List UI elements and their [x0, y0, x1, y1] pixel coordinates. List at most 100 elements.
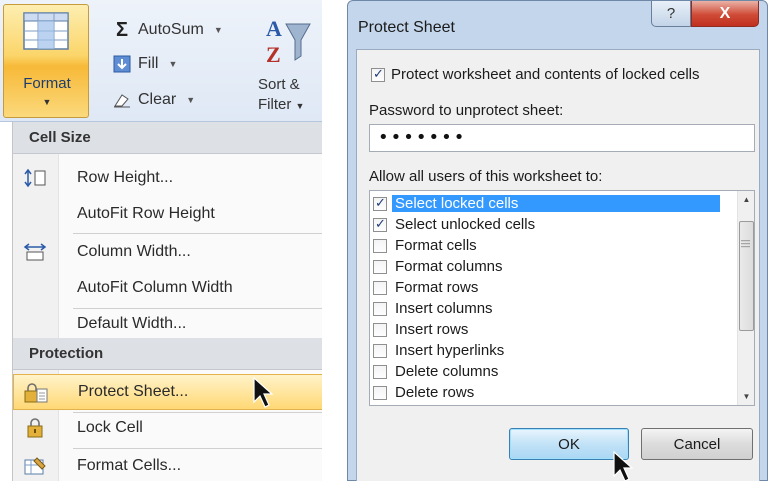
autofit-column-width-label: AutoFit Column Width: [77, 279, 233, 296]
permission-checkbox[interactable]: [373, 301, 387, 316]
ribbon-editing-group: Format ▼ Σ AutoSum ▼ Fill ▼ Clear ▼ A Z: [0, 0, 322, 122]
svg-text:Z: Z: [266, 42, 281, 67]
permission-checkbox[interactable]: [373, 216, 387, 232]
mouse-pointer-icon: [613, 450, 634, 481]
permission-checkbox[interactable]: [373, 343, 387, 358]
menu-item-autofit-row-height[interactable]: AutoFit Row Height: [13, 196, 322, 232]
clear-button[interactable]: Clear ▼: [112, 88, 195, 112]
lock-icon: [27, 418, 43, 438]
protect-sheet-label: Protect Sheet...: [78, 383, 189, 400]
password-input[interactable]: •••••••: [369, 124, 755, 152]
row-height-icon: [24, 168, 46, 188]
password-label: Password to unprotect sheet:: [369, 102, 564, 119]
format-dropdown-menu: Cell Size Row Height... AutoFit Row Heig…: [12, 122, 322, 481]
protect-contents-label: Protect worksheet and contents of locked…: [391, 66, 700, 83]
sigma-icon: Σ: [115, 18, 128, 41]
permission-label: Format columns: [395, 258, 503, 275]
row-height-label: Row Height...: [77, 169, 174, 186]
protection-header: Protection: [13, 338, 322, 370]
menu-item-row-height[interactable]: Row Height...: [13, 160, 322, 196]
chevron-down-icon: ▼: [42, 97, 52, 107]
dialog-body: Protect worksheet and contents of locked…: [356, 49, 760, 481]
format-button[interactable]: Format ▼: [3, 4, 89, 118]
permission-item[interactable]: Select unlocked cells: [373, 214, 729, 235]
permission-checkbox[interactable]: [373, 238, 387, 253]
permission-item[interactable]: Insert rows: [373, 319, 729, 340]
permission-label: Insert columns: [395, 300, 493, 317]
permission-item[interactable]: Insert columns: [373, 298, 729, 319]
scroll-down-icon[interactable]: ▼: [738, 388, 754, 405]
format-label: Format: [23, 75, 71, 92]
permission-label: Select locked cells: [392, 195, 720, 212]
help-icon: ?: [666, 5, 676, 22]
cancel-button[interactable]: Cancel: [641, 428, 753, 460]
menu-item-autofit-column-width[interactable]: AutoFit Column Width: [13, 270, 322, 306]
chevron-down-icon: ▼: [168, 59, 178, 69]
menu-item-column-width[interactable]: Column Width...: [13, 234, 322, 270]
permission-item[interactable]: Format rows: [373, 277, 729, 298]
grip-icon: ― ― ―: [741, 235, 750, 251]
lock-cell-label: Lock Cell: [77, 419, 143, 436]
permission-label: Insert hyperlinks: [395, 342, 505, 359]
autosum-label: AutoSum: [138, 21, 204, 38]
close-button[interactable]: X: [691, 1, 759, 27]
fill-label: Fill: [138, 55, 159, 72]
permission-label: Format rows: [395, 279, 479, 296]
permission-label: Format cells: [395, 237, 477, 254]
menu-item-default-width[interactable]: Default Width...: [13, 306, 322, 342]
default-width-label: Default Width...: [77, 315, 187, 332]
permission-label: Insert rows: [395, 321, 469, 338]
mouse-pointer-icon: [253, 376, 274, 408]
permission-label: Delete rows: [395, 384, 475, 401]
autofit-row-height-label: AutoFit Row Height: [77, 205, 215, 222]
protect-contents-checkbox-row[interactable]: Protect worksheet and contents of locked…: [371, 66, 700, 83]
permission-checkbox[interactable]: [373, 364, 387, 379]
permission-checkbox[interactable]: [373, 195, 387, 211]
permission-item[interactable]: Delete rows: [373, 382, 729, 403]
sort-filter-label-line2: Filter: [258, 96, 292, 113]
listbox-scrollbar[interactable]: ▲ ― ― ― ▼: [737, 191, 754, 405]
permission-item[interactable]: Format cells: [373, 235, 729, 256]
scroll-up-icon[interactable]: ▲: [738, 191, 754, 208]
protect-contents-checkbox[interactable]: [371, 66, 385, 82]
ok-button[interactable]: OK: [509, 428, 629, 460]
permission-checkbox[interactable]: [373, 322, 387, 337]
protect-sheet-icon: [24, 383, 48, 403]
sort-filter-label: Sort &: [258, 76, 300, 93]
column-width-icon: [23, 243, 47, 261]
eraser-icon: [112, 91, 132, 109]
permissions-listbox[interactable]: Select locked cells Select unlocked cells…: [369, 190, 755, 406]
format-cells-icon: [24, 457, 46, 475]
close-icon: X: [719, 4, 731, 22]
format-cells-icon: [23, 12, 69, 50]
format-cells-label: Format Cells...: [77, 457, 182, 474]
allow-users-label: Allow all users of this worksheet to:: [369, 168, 603, 185]
excel-ribbon-panel: Format ▼ Σ AutoSum ▼ Fill ▼ Clear ▼ A Z: [0, 0, 322, 481]
permission-item[interactable]: Select locked cells: [373, 193, 729, 214]
permission-label: Select unlocked cells: [395, 216, 536, 233]
help-button[interactable]: ?: [651, 1, 691, 27]
permission-checkbox[interactable]: [373, 385, 387, 400]
protect-sheet-dialog: Protect Sheet ? X Protect worksheet and …: [347, 0, 768, 481]
permission-label: Delete columns: [395, 363, 499, 380]
sort-filter-icon[interactable]: A Z: [262, 16, 312, 68]
permission-item[interactable]: Delete columns: [373, 361, 729, 382]
permission-checkbox[interactable]: [373, 280, 387, 295]
sort-filter-label-2: Filter ▼: [258, 96, 304, 113]
menu-item-lock-cell[interactable]: Lock Cell: [13, 410, 322, 446]
chevron-down-icon: ▼: [295, 101, 305, 111]
permission-item[interactable]: Format columns: [373, 256, 729, 277]
fill-button[interactable]: Fill ▼: [112, 52, 177, 76]
chevron-down-icon: ▼: [186, 95, 196, 105]
menu-item-format-cells[interactable]: Format Cells...: [13, 448, 322, 481]
permission-checkbox[interactable]: [373, 259, 387, 274]
column-width-label: Column Width...: [77, 243, 191, 260]
permission-item[interactable]: Insert hyperlinks: [373, 340, 729, 361]
chevron-down-icon: ▼: [213, 25, 223, 35]
clear-label: Clear: [138, 91, 177, 108]
autosum-button[interactable]: Σ AutoSum ▼: [112, 18, 223, 42]
dialog-title: Protect Sheet: [358, 19, 455, 36]
fill-down-icon: [112, 55, 132, 73]
cell-size-header: Cell Size: [13, 122, 322, 154]
svg-text:A: A: [266, 16, 282, 41]
